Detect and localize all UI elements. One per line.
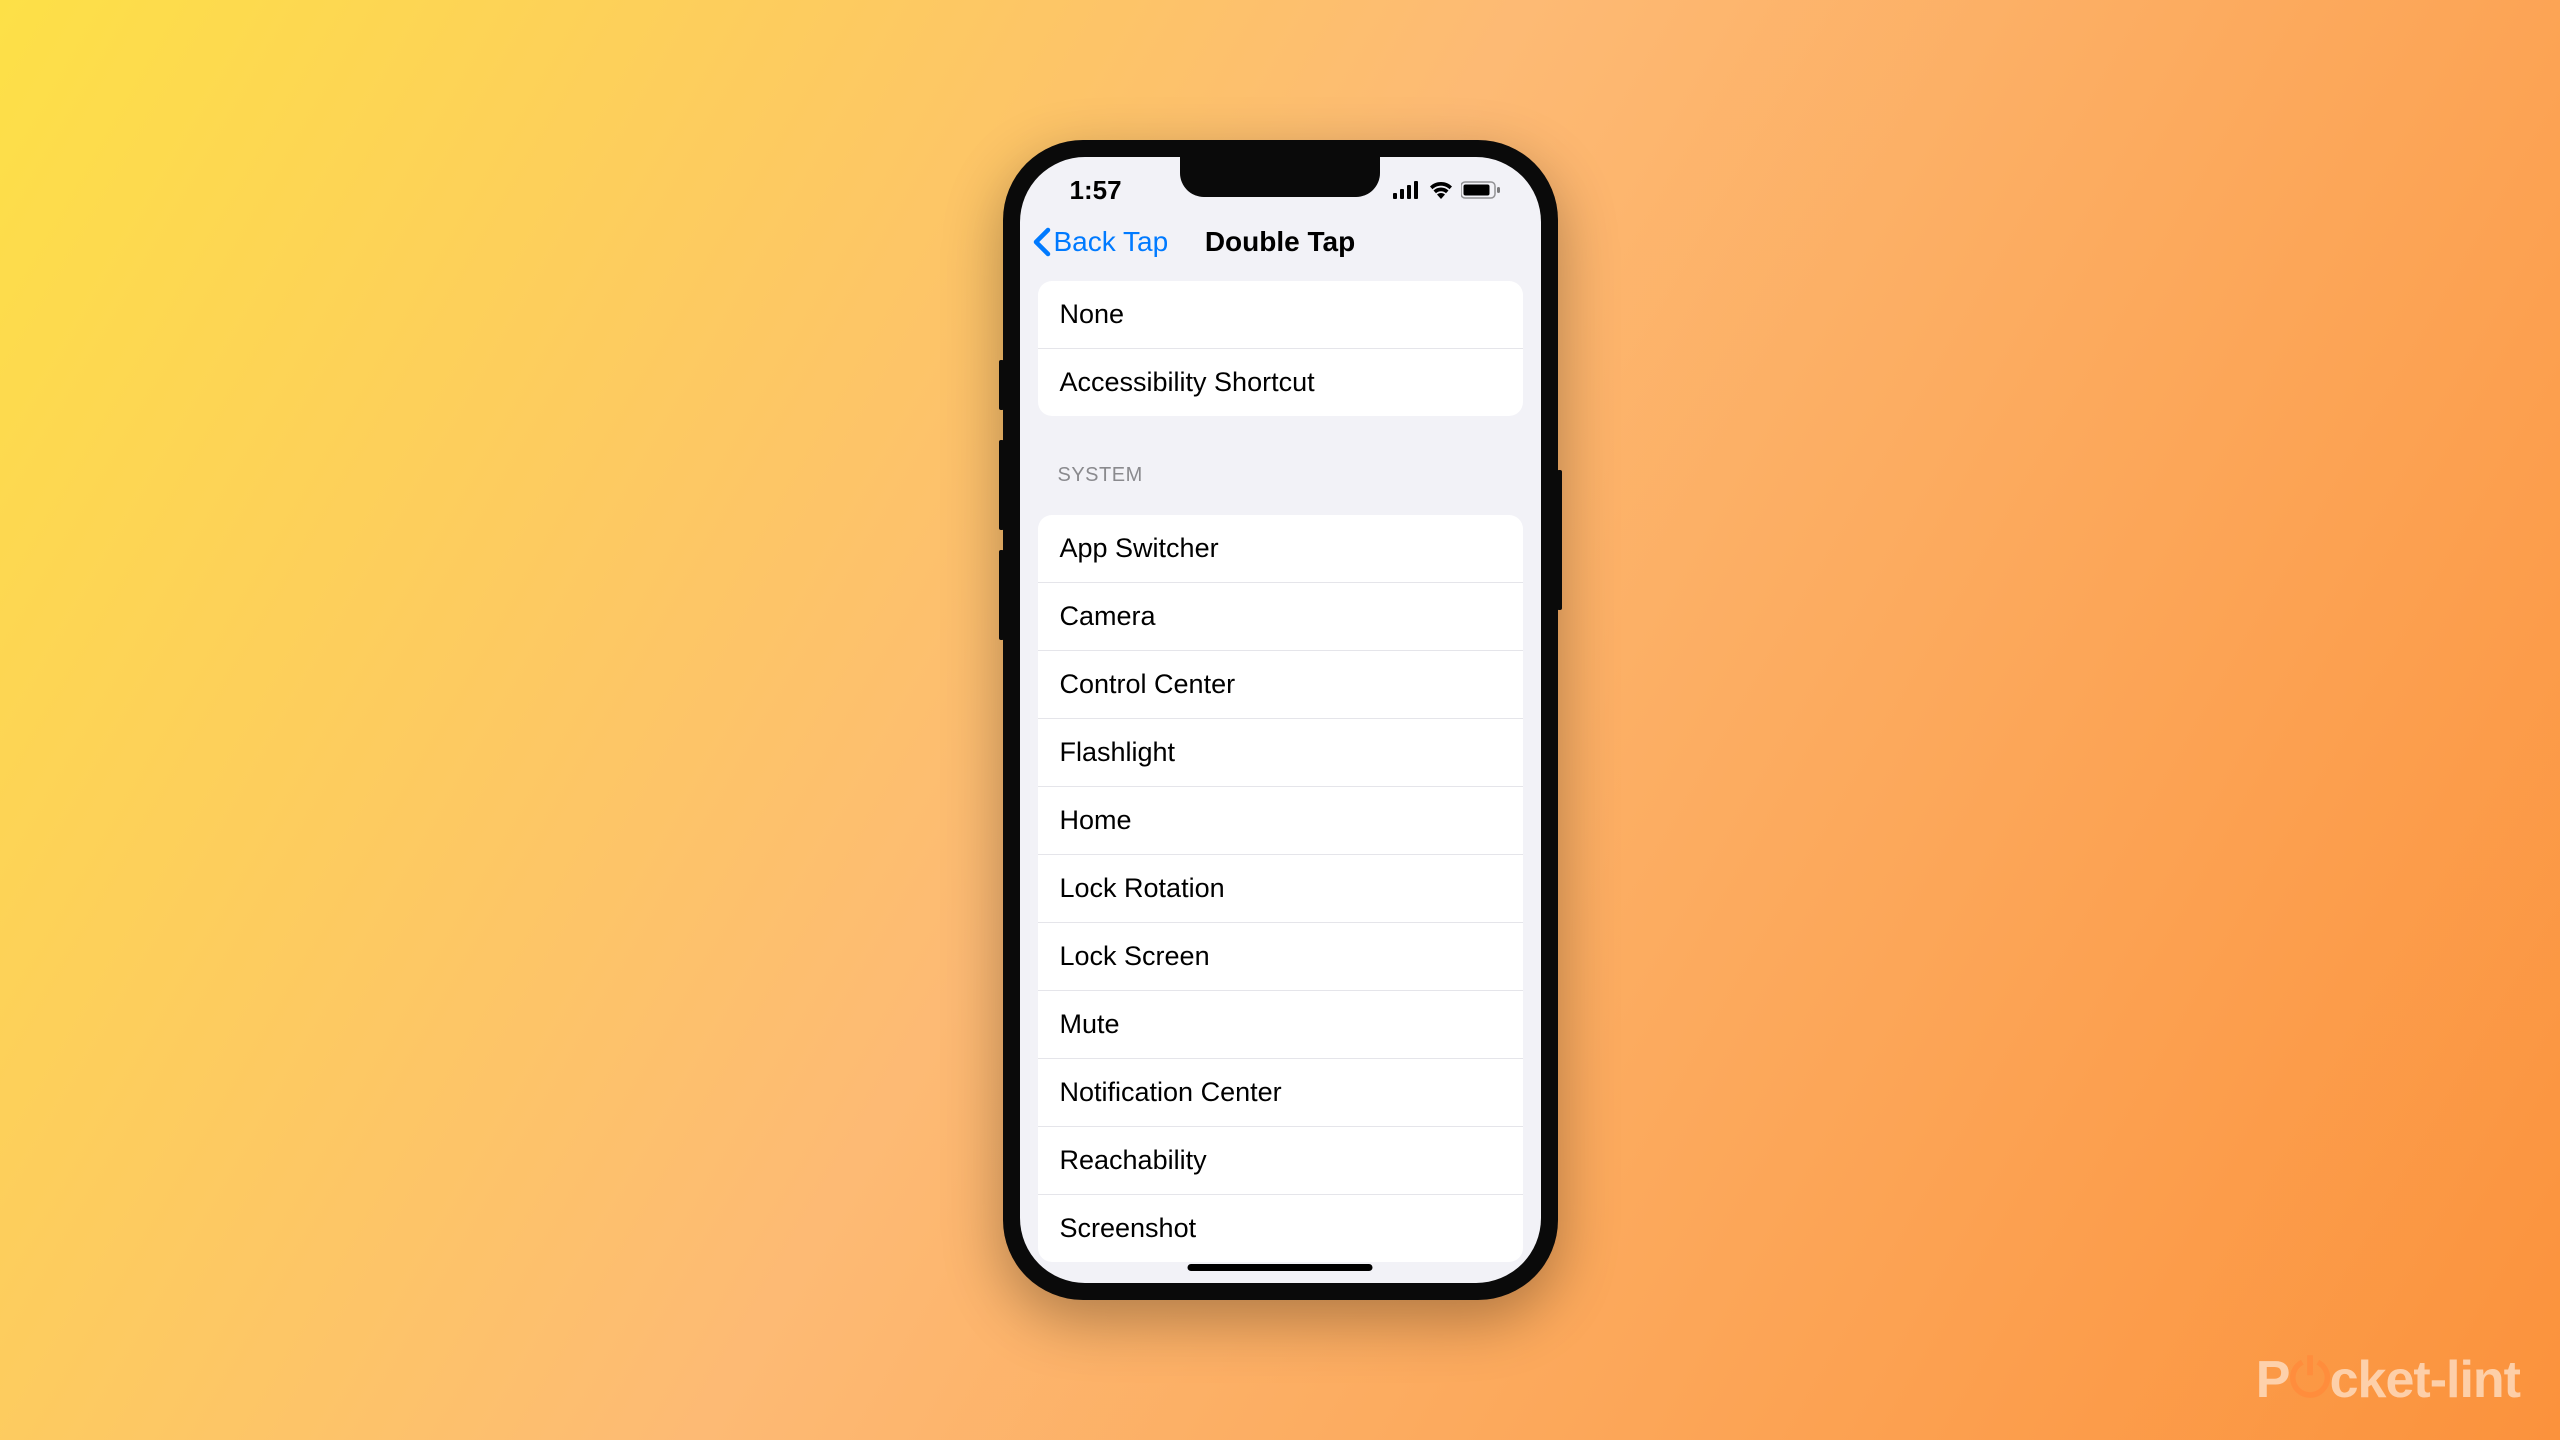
option-home[interactable]: Home xyxy=(1038,787,1523,855)
section-header-system: SYSTEM xyxy=(1038,464,1523,487)
status-icons xyxy=(1393,181,1501,199)
nav-title: Double Tap xyxy=(1205,226,1355,258)
volume-down-button xyxy=(999,550,1004,640)
status-time: 1:57 xyxy=(1070,175,1122,206)
chevron-left-icon xyxy=(1032,227,1052,257)
battery-icon xyxy=(1461,181,1501,199)
wifi-icon xyxy=(1428,181,1454,199)
home-indicator[interactable] xyxy=(1188,1264,1373,1271)
list-group-system: App Switcher Camera Control Center Flash… xyxy=(1038,515,1523,1262)
settings-content[interactable]: None Accessibility Shortcut SYSTEM App S… xyxy=(1020,271,1541,1283)
phone-frame: 1:57 xyxy=(1003,140,1558,1300)
cellular-icon xyxy=(1393,181,1421,199)
list-group-general: None Accessibility Shortcut xyxy=(1038,281,1523,416)
option-flashlight[interactable]: Flashlight xyxy=(1038,719,1523,787)
option-mute[interactable]: Mute xyxy=(1038,991,1523,1059)
option-app-switcher[interactable]: App Switcher xyxy=(1038,515,1523,583)
option-reachability[interactable]: Reachability xyxy=(1038,1127,1523,1195)
option-none[interactable]: None xyxy=(1038,281,1523,349)
watermark-prefix: P xyxy=(2256,1350,2290,1410)
option-notification-center[interactable]: Notification Center xyxy=(1038,1059,1523,1127)
back-button[interactable]: Back Tap xyxy=(1032,226,1169,258)
option-camera[interactable]: Camera xyxy=(1038,583,1523,651)
back-label: Back Tap xyxy=(1054,226,1169,258)
option-lock-screen[interactable]: Lock Screen xyxy=(1038,923,1523,991)
watermark-power-icon: ⏻ xyxy=(2289,1349,2329,1410)
phone-screen: 1:57 xyxy=(1020,157,1541,1283)
nav-bar: Back Tap Double Tap xyxy=(1020,213,1541,271)
watermark-suffix: cket-lint xyxy=(2330,1350,2520,1410)
option-screenshot[interactable]: Screenshot xyxy=(1038,1195,1523,1262)
option-accessibility-shortcut[interactable]: Accessibility Shortcut xyxy=(1038,349,1523,416)
option-lock-rotation[interactable]: Lock Rotation xyxy=(1038,855,1523,923)
option-control-center[interactable]: Control Center xyxy=(1038,651,1523,719)
watermark: P⏻cket-lint xyxy=(2256,1349,2520,1410)
mute-switch xyxy=(999,360,1004,410)
volume-up-button xyxy=(999,440,1004,530)
phone-notch xyxy=(1180,157,1380,197)
power-button xyxy=(1557,470,1562,610)
